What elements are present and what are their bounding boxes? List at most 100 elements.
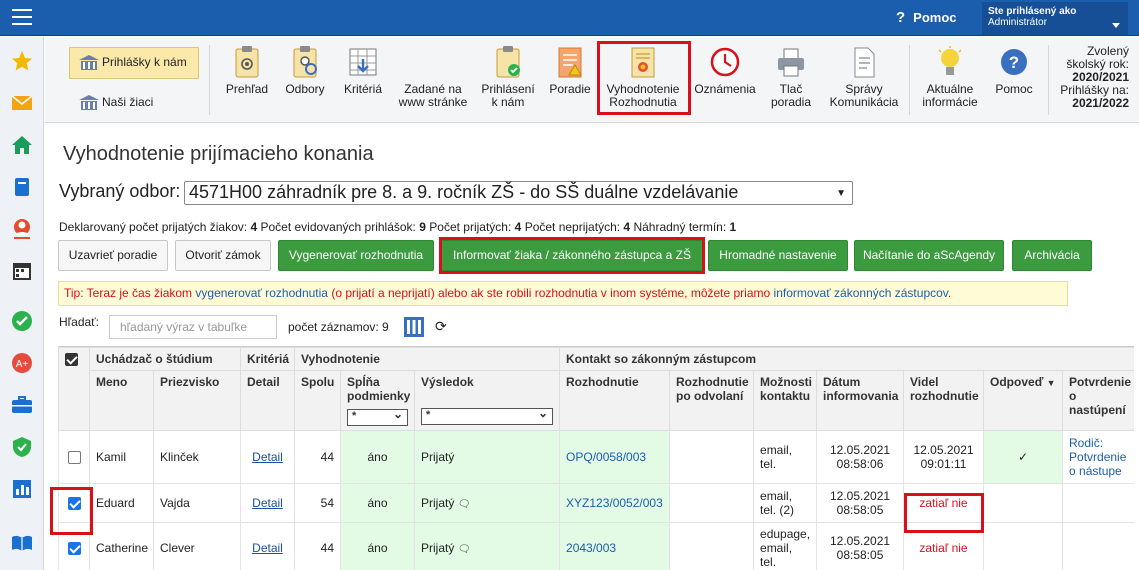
col-detail: Detail [240, 370, 295, 431]
highlight-box [50, 487, 93, 535]
clock-icon [710, 45, 740, 79]
applicants-table-wrap: Uchádzač o štúdium Kritériá Vyhodnotenie… [58, 346, 1134, 570]
close-order-button[interactable]: Uzavrieť poradie [58, 240, 168, 271]
document-icon [849, 45, 879, 79]
col-last-name[interactable]: Priezvisko [153, 370, 241, 431]
tip-generate-link[interactable]: vygenerovať rozhodnutia [195, 286, 328, 300]
home-icon[interactable] [10, 133, 34, 157]
svg-text:A+: A+ [16, 359, 29, 370]
star-icon[interactable] [10, 49, 34, 73]
check-circle-icon[interactable] [10, 309, 34, 333]
toolbar-print-order-button[interactable]: Tlač poradia [763, 45, 819, 109]
toolbar-fields-button[interactable]: Odbory [279, 45, 331, 96]
group-applicant: Uchádzač o štúdium [89, 347, 241, 371]
group-criteria: Kritériá [240, 347, 295, 371]
detail-link[interactable]: Detail [252, 541, 283, 555]
document-warning-icon [555, 45, 585, 79]
generate-decisions-button[interactable]: Vygenerovať rozhodnutia [278, 240, 434, 271]
table-icon [348, 45, 378, 79]
toolbar-help-button[interactable]: ? Pomoc [989, 45, 1039, 96]
col-appeal[interactable]: Rozhodnutie po odvolaní [669, 370, 755, 431]
toolbar-current-info-button[interactable]: Aktuálne informácie [913, 45, 987, 109]
col-total[interactable]: Spolu [294, 370, 341, 431]
col-result[interactable]: Výsledok * [413, 370, 561, 431]
reply-check-icon: ✓ [983, 430, 1064, 484]
col-confirm[interactable]: Potvrdenie o nastúpení [1062, 370, 1134, 431]
open-lock-button[interactable]: Otvoriť zámok [175, 240, 271, 271]
detail-link[interactable]: Detail [252, 496, 283, 510]
user-menu[interactable]: Ste prihlásený ako Administrátor [982, 2, 1128, 35]
col-date[interactable]: Dátum informovania [816, 370, 905, 431]
col-meets[interactable]: Spĺňa podmienky * [340, 370, 415, 431]
module-toolbar: Prihlášky k nám Naši žiaci Prehľad Odbor… [45, 37, 1139, 123]
field-selector-row: Vybraný odbor: 4571H00 záhradník pre 8. … [59, 181, 853, 205]
decision-link[interactable]: OPQ/0058/003 [566, 450, 646, 464]
confirm-link[interactable]: Rodič: Potvrdenie o nástupe [1069, 436, 1126, 478]
highlight-box [597, 41, 691, 115]
user-name: Administrátor [988, 17, 1047, 28]
col-decision[interactable]: Rozhodnutie [559, 370, 671, 431]
archive-button[interactable]: Archivácia [1012, 240, 1092, 271]
printer-icon [776, 45, 806, 79]
menu-icon[interactable] [12, 9, 32, 25]
tab-our-students[interactable]: Naši žiaci [69, 87, 199, 119]
shield-icon[interactable] [10, 435, 34, 459]
school-icon [78, 54, 100, 72]
group-contact: Kontakt so zákonným zástupcom [559, 347, 1134, 371]
tip-banner: Tip: Teraz je čas žiakom vygenerovať roz… [58, 281, 1068, 306]
svg-text:?: ? [1009, 53, 1019, 72]
result-filter-select[interactable]: * [421, 406, 554, 425]
badge-icon[interactable]: A+ [10, 351, 34, 375]
record-count: počet záznamov: 9 [288, 320, 389, 334]
caret-down-icon [1112, 23, 1120, 28]
tip-inform-link[interactable]: informovať zákonných zástupcov [774, 286, 948, 300]
toolbar-overview-button[interactable]: Prehľad [217, 45, 277, 96]
briefcase-icon[interactable] [10, 393, 34, 417]
col-contact[interactable]: Možnosti kontaktu [753, 370, 818, 431]
col-reply[interactable]: Odpoveď ▼ [983, 370, 1064, 431]
detail-link[interactable]: Detail [252, 450, 283, 464]
select-all-checkbox[interactable] [65, 353, 78, 367]
search-input[interactable]: hľadaný výraz v tabuľke [109, 315, 277, 339]
group-eval: Vyhodnotenie [293, 347, 561, 371]
bulk-settings-button[interactable]: Hromadné nastavenie [708, 240, 848, 271]
row-checkbox[interactable] [67, 451, 81, 465]
person-icon[interactable] [10, 217, 34, 241]
comment-icon[interactable]: 🗨 [458, 499, 471, 510]
toolbar-notices-button[interactable]: Oznámenia [691, 45, 759, 96]
lightbulb-icon [935, 45, 965, 79]
meets-filter-select[interactable]: * [347, 407, 408, 426]
refresh-icon[interactable]: ⟳ [435, 318, 447, 335]
comment-icon[interactable]: 🗨 [458, 544, 471, 555]
highlight-box [904, 493, 984, 533]
calendar-icon[interactable] [10, 259, 34, 283]
toolbar-messages-button[interactable]: Správy Komunikácia [823, 45, 905, 109]
book-icon[interactable] [10, 175, 34, 199]
select-all-cell[interactable] [58, 347, 90, 431]
field-select[interactable]: 4571H00 záhradník pre 8. a 9. ročník ZŠ … [184, 181, 853, 205]
chart-icon[interactable] [10, 477, 34, 501]
school-year-info: Zvolený školský rok: 2020/2021 Prihlášky… [1060, 44, 1129, 110]
main-content: Vyhodnotenie prijímacieho konania Vybran… [45, 123, 1139, 570]
toolbar-criteria-button[interactable]: Kritériá [335, 45, 391, 96]
applicants-table: Uchádzač o štúdium Kritériá Vyhodnotenie… [58, 347, 1134, 570]
decision-link[interactable]: XYZ123/0052/003 [566, 496, 663, 510]
toolbar-order-button[interactable]: Poradie [545, 45, 595, 96]
help-link[interactable]: ? Pomoc [896, 9, 957, 26]
web-form-icon [418, 45, 448, 79]
question-icon: ? [896, 9, 906, 26]
highlight-box [439, 237, 705, 274]
columns-icon[interactable] [403, 316, 425, 338]
load-agenda-button[interactable]: Načítanie do aScAgendy [854, 240, 1004, 271]
decision-link[interactable]: 2043/003 [566, 541, 616, 555]
search-row: Hľadať: hľadaný výraz v tabuľke počet zá… [59, 315, 447, 339]
toolbar-registered-button[interactable]: Prihlásení k nám [477, 45, 539, 109]
chevron-down-icon: ▼ [836, 188, 846, 199]
row-checkbox[interactable] [67, 542, 81, 556]
mail-icon[interactable] [10, 91, 34, 115]
reader-icon[interactable] [10, 531, 34, 555]
toolbar-web-entered-button[interactable]: Zadané na www stránke [393, 45, 473, 109]
col-first-name[interactable]: Meno [89, 370, 154, 431]
col-seen[interactable]: Videl rozhodnutie [903, 370, 985, 431]
tab-applications[interactable]: Prihlášky k nám [69, 47, 199, 79]
